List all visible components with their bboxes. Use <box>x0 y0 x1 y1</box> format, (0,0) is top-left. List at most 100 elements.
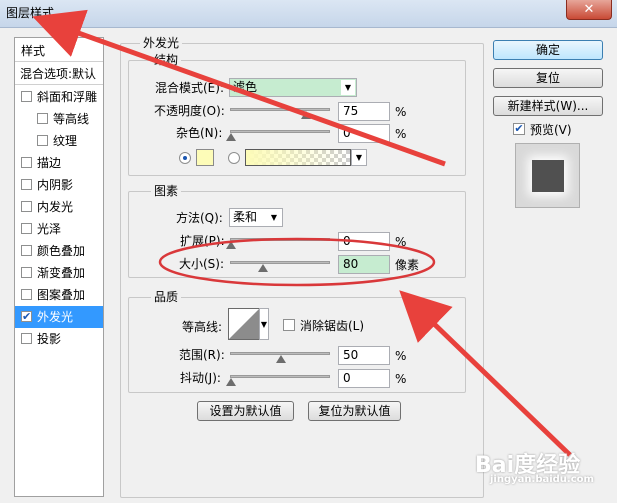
style-item-label: 斜面和浮雕 <box>37 90 98 104</box>
style-item[interactable]: 等高线 <box>15 108 103 130</box>
size-slider[interactable] <box>230 261 330 264</box>
elements-title: 图素 <box>151 184 182 198</box>
contour-label: 等高线: <box>182 320 223 334</box>
style-item-checkbox[interactable] <box>21 245 32 256</box>
gradient-picker-button[interactable]: ▼ <box>351 149 367 166</box>
title-bar: 图层样式 ✕ <box>0 0 617 28</box>
style-item-checkbox[interactable] <box>21 289 32 300</box>
style-item-label: 纹理 <box>53 134 78 148</box>
antialias-checkbox[interactable] <box>283 319 295 331</box>
glow-color-swatch[interactable] <box>196 149 214 166</box>
check-icon: ✔ <box>22 310 32 323</box>
check-icon: ✔ <box>514 122 524 135</box>
structure-title: 结构 <box>151 53 182 67</box>
range-slider-thumb[interactable] <box>276 355 286 363</box>
technique-label: 方法(Q): <box>176 211 223 225</box>
style-item-label: 图案叠加 <box>37 288 86 302</box>
spread-label: 扩展(P): <box>180 234 225 248</box>
make-default-button[interactable]: 设置为默认值 <box>197 401 294 421</box>
style-item[interactable]: 纹理 <box>15 130 103 152</box>
opacity-slider-thumb[interactable] <box>301 111 311 119</box>
contour-preview[interactable] <box>228 308 260 340</box>
style-item-label: 光泽 <box>37 222 62 236</box>
spread-input[interactable]: 0 <box>338 232 390 251</box>
spread-slider[interactable] <box>230 238 330 241</box>
style-preview <box>515 143 580 208</box>
noise-input[interactable]: 0 <box>338 124 390 143</box>
opacity-slider[interactable] <box>230 108 330 111</box>
style-item[interactable]: 图案叠加 <box>15 284 103 306</box>
opacity-unit: % <box>395 105 407 119</box>
blend-mode-label: 混合模式(E): <box>155 81 224 95</box>
contour-picker-button[interactable]: ▼ <box>259 308 269 340</box>
style-item-checkbox[interactable] <box>21 333 32 344</box>
size-input[interactable]: 80 <box>338 255 390 274</box>
style-item-checkbox[interactable] <box>21 91 32 102</box>
style-item[interactable]: 内阴影 <box>15 174 103 196</box>
chevron-down-icon: ▼ <box>260 317 268 332</box>
ok-button[interactable]: 确定 <box>493 40 603 60</box>
style-item[interactable]: 光泽 <box>15 218 103 240</box>
technique-select[interactable]: 柔和 ▼ <box>229 208 283 227</box>
spread-unit: % <box>395 235 407 249</box>
range-label: 范围(R): <box>179 348 225 362</box>
style-item-checkbox[interactable] <box>21 267 32 278</box>
blend-mode-select[interactable]: 滤色 ▼ <box>229 78 357 97</box>
gradient-radio[interactable] <box>228 152 240 164</box>
window-title: 图层样式 <box>6 6 55 20</box>
style-item[interactable]: 描边 <box>15 152 103 174</box>
style-item[interactable]: 投影 <box>15 328 103 350</box>
blend-mode-value: 滤色 <box>233 80 258 94</box>
chevron-down-icon: ▼ <box>341 80 355 95</box>
quality-title: 品质 <box>151 290 182 304</box>
technique-value: 柔和 <box>233 210 258 224</box>
size-label: 大小(S): <box>179 257 225 271</box>
style-item[interactable]: 渐变叠加 <box>15 262 103 284</box>
style-item-checkbox[interactable] <box>21 179 32 190</box>
range-unit: % <box>395 349 407 363</box>
opacity-input[interactable]: 75 <box>338 102 390 121</box>
style-item-checkbox[interactable] <box>21 201 32 212</box>
jitter-slider[interactable] <box>230 375 330 378</box>
size-unit: 像素 <box>395 258 420 272</box>
blend-options-item[interactable]: 混合选项:默认 <box>15 63 103 85</box>
style-item-label: 渐变叠加 <box>37 266 86 280</box>
style-item-checkbox[interactable] <box>37 135 48 146</box>
style-item-label: 内阴影 <box>37 178 74 192</box>
style-item-checkbox[interactable]: ✔ <box>21 311 32 322</box>
style-item-checkbox[interactable] <box>21 157 32 168</box>
jitter-slider-thumb[interactable] <box>226 378 236 386</box>
spread-slider-thumb[interactable] <box>226 241 236 249</box>
style-item-label: 描边 <box>37 156 62 170</box>
jitter-label: 抖动(J): <box>180 371 221 385</box>
size-slider-thumb[interactable] <box>258 264 268 272</box>
reset-button[interactable]: 复位 <box>493 68 603 88</box>
style-item-checkbox[interactable] <box>37 113 48 124</box>
reset-default-button[interactable]: 复位为默认值 <box>308 401 401 421</box>
range-input[interactable]: 50 <box>338 346 390 365</box>
blend-options-label: 混合选项:默认 <box>20 67 97 81</box>
close-button[interactable]: ✕ <box>566 0 612 20</box>
jitter-input[interactable]: 0 <box>338 369 390 388</box>
style-list-header-label: 样式 <box>21 44 46 58</box>
solid-color-radio[interactable] <box>179 152 191 164</box>
style-list: 样式 混合选项:默认 斜面和浮雕等高线纹理描边内阴影内发光光泽颜色叠加渐变叠加图… <box>14 37 104 497</box>
preview-thumbnail <box>532 160 564 192</box>
style-item[interactable]: ✔ 外发光 <box>15 306 103 328</box>
quality-group <box>128 297 466 393</box>
noise-slider-thumb[interactable] <box>226 133 236 141</box>
style-item-checkbox[interactable] <box>21 223 32 234</box>
style-item[interactable]: 颜色叠加 <box>15 240 103 262</box>
outer-glow-title: 外发光 <box>140 36 183 50</box>
jitter-unit: % <box>395 372 407 386</box>
preview-checkbox[interactable]: ✔ <box>513 123 525 135</box>
style-item[interactable]: 斜面和浮雕 <box>15 86 103 108</box>
style-item-label: 投影 <box>37 332 62 346</box>
noise-slider[interactable] <box>230 130 330 133</box>
style-item-label: 外发光 <box>37 310 74 324</box>
glow-gradient-swatch[interactable] <box>245 149 351 166</box>
new-style-button[interactable]: 新建样式(W)... <box>493 96 603 116</box>
style-item-label: 内发光 <box>37 200 74 214</box>
style-item[interactable]: 内发光 <box>15 196 103 218</box>
chevron-down-icon: ▼ <box>267 210 281 225</box>
